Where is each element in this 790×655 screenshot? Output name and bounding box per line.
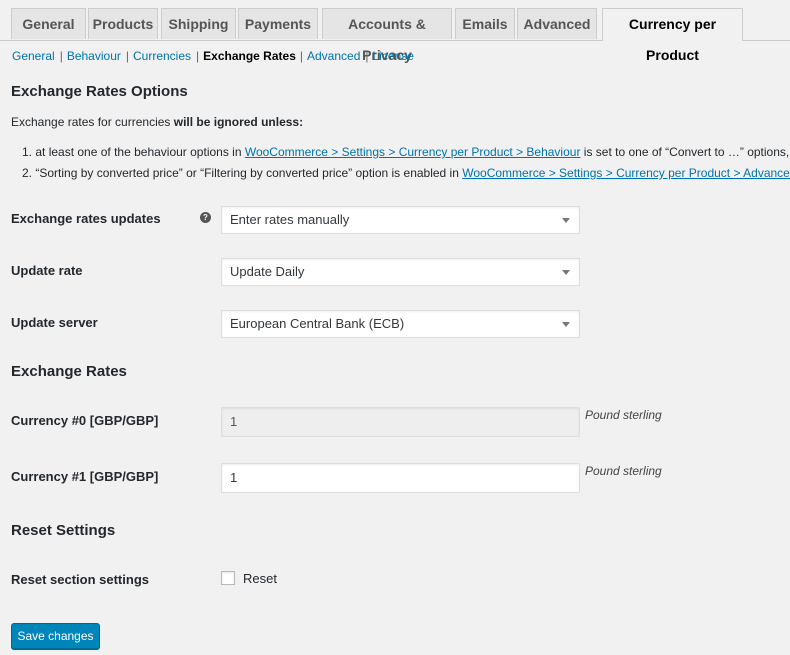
tab-advanced[interactable]: Advanced xyxy=(517,8,597,39)
update-server-label: Update server xyxy=(11,315,98,330)
tab-currency-per-product[interactable]: Currency per Product xyxy=(602,8,743,63)
behaviour-settings-link[interactable]: WooCommerce > Settings > Currency per Pr… xyxy=(245,145,581,159)
update-server-select[interactable]: European Central Bank (ECB) xyxy=(221,310,580,338)
select-value: Update Daily xyxy=(230,264,305,279)
list-number: 1. xyxy=(22,145,33,159)
currency-0-label: Currency #0 [GBP/GBP] xyxy=(11,413,159,428)
options-heading: Exchange Rates Options xyxy=(11,83,188,100)
currency-0-rate-input: 1 xyxy=(221,407,580,437)
intro-text-bold: will be ignored unless: xyxy=(173,115,304,129)
currency-1-rate-input[interactable]: 1 xyxy=(221,463,580,493)
list-item: 1. at least one of the behaviour options… xyxy=(22,145,790,159)
subnav-license[interactable]: License xyxy=(373,49,414,63)
currency-1-label: Currency #1 [GBP/GBP] xyxy=(11,469,159,484)
currency-0-description: Pound sterling xyxy=(585,408,662,422)
reset-checkbox-label[interactable]: Reset xyxy=(243,571,277,586)
update-rate-select[interactable]: Update Daily xyxy=(221,258,580,286)
chevron-down-icon xyxy=(562,218,570,223)
list-text: “Sorting by converted price” or “Filteri… xyxy=(35,166,463,180)
advanced-settings-link[interactable]: WooCommerce > Settings > Currency per Pr… xyxy=(462,166,790,180)
tab-products[interactable]: Products xyxy=(88,8,158,39)
tab-emails[interactable]: Emails xyxy=(455,8,515,39)
update-rate-label: Update rate xyxy=(11,263,83,278)
select-value: Enter rates manually xyxy=(230,212,350,227)
chevron-down-icon xyxy=(562,322,570,327)
exchange-rates-updates-label: Exchange rates updates xyxy=(11,211,161,226)
intro-text: Exchange rates for currencies will be ig… xyxy=(11,115,303,129)
section-subnav: General | Behaviour | Currencies | Exchange Ra… xyxy=(12,49,414,63)
currency-1-description: Pound sterling xyxy=(585,464,662,478)
reset-section-label: Reset section settings xyxy=(11,572,149,587)
subnav-general[interactable]: General xyxy=(12,49,55,63)
settings-tabs: General Products Shipping Payments Accou… xyxy=(0,0,790,63)
select-value: European Central Bank (ECB) xyxy=(230,316,405,331)
save-changes-button[interactable]: Save changes xyxy=(11,623,100,649)
subnav-behaviour[interactable]: Behaviour xyxy=(67,49,121,63)
tab-general[interactable]: General xyxy=(11,8,86,39)
help-icon[interactable]: ? xyxy=(200,212,211,223)
reset-settings-heading: Reset Settings xyxy=(11,522,116,539)
subnav-currencies[interactable]: Currencies xyxy=(133,49,191,63)
list-text: is set to one of “Convert to …” options,… xyxy=(580,145,790,159)
list-number: 2. xyxy=(22,166,33,180)
list-text: at least one of the behaviour options in xyxy=(35,145,245,159)
tab-accounts-privacy[interactable]: Accounts & Privacy xyxy=(322,8,452,63)
intro-text-normal: Exchange rates for currencies xyxy=(11,115,174,129)
subnav-advanced[interactable]: Advanced xyxy=(307,49,360,63)
exchange-rates-heading: Exchange Rates xyxy=(11,363,127,380)
chevron-down-icon xyxy=(562,270,570,275)
tab-payments[interactable]: Payments xyxy=(238,8,318,39)
list-item: 2. “Sorting by converted price” or “Filt… xyxy=(22,166,790,180)
subnav-exchange-rates: Exchange Rates xyxy=(203,49,296,63)
reset-checkbox[interactable] xyxy=(221,571,235,585)
tab-shipping[interactable]: Shipping xyxy=(161,8,236,39)
exchange-rates-updates-select[interactable]: Enter rates manually xyxy=(221,206,580,234)
